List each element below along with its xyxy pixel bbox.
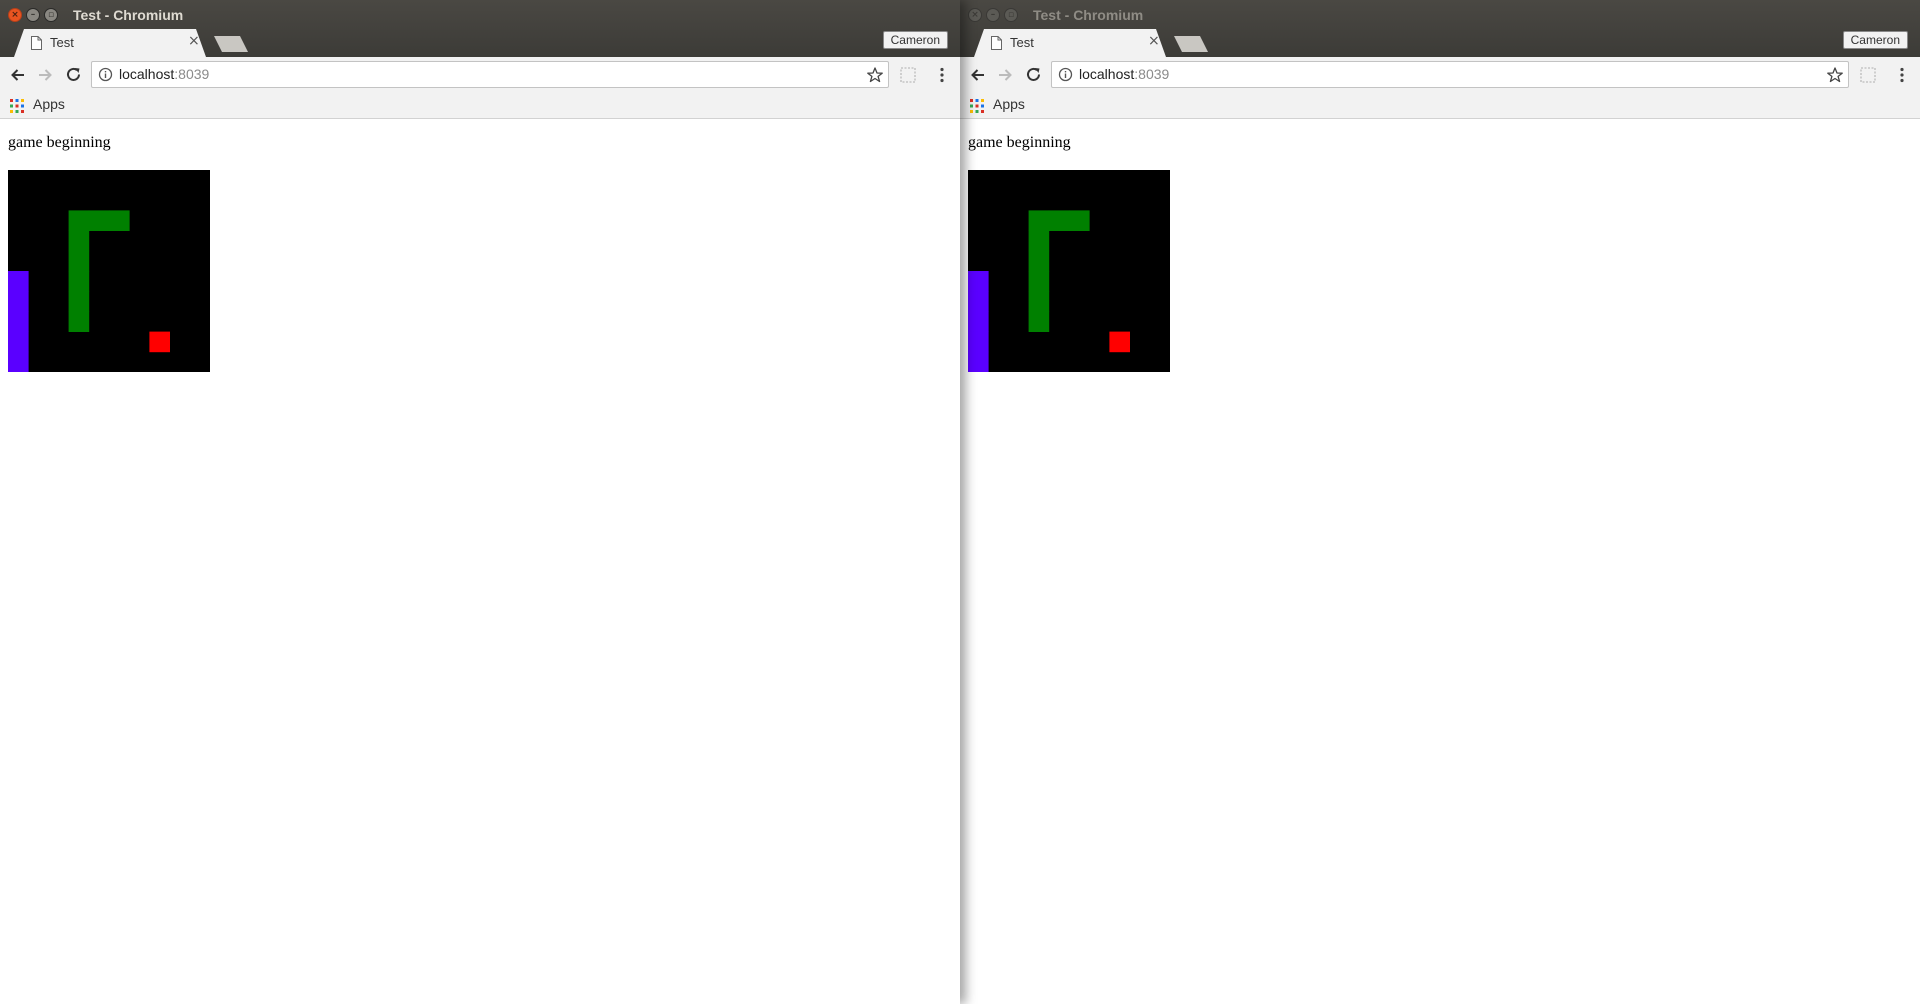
reload-icon[interactable]: [1025, 66, 1043, 84]
food-item: [149, 331, 170, 353]
board-background: [968, 170, 1170, 372]
page-icon: [991, 36, 1002, 50]
apps-grid-icon[interactable]: [10, 99, 24, 113]
forward-arrow-icon[interactable]: [996, 66, 1014, 84]
url-host: localhost: [119, 66, 175, 82]
window-minimize-icon[interactable]: –: [986, 8, 1000, 22]
forward-arrow-icon[interactable]: [36, 66, 54, 84]
snake-segment: [68, 250, 90, 272]
desktop: × – ▫ Test - Chromium Test × Cameron loc…: [0, 0, 1920, 1004]
paddle-segment: [968, 271, 989, 292]
url-port: :8039: [174, 66, 210, 82]
snake-segment: [1028, 291, 1050, 312]
page-content: game beginning: [0, 119, 960, 1004]
paddle-segment: [8, 291, 29, 312]
new-tab-button[interactable]: [1174, 36, 1208, 52]
new-tab-button[interactable]: [214, 36, 248, 52]
snake-segment: [68, 210, 90, 231]
window-controls: × – ▫: [8, 8, 58, 22]
url-port: :8039: [1134, 66, 1170, 82]
bookmark-star-icon[interactable]: [866, 66, 884, 84]
window-minimize-icon[interactable]: –: [26, 8, 40, 22]
browser-window-left[interactable]: × – ▫ Test - Chromium Test × Cameron loc…: [0, 0, 960, 1004]
snake-segment: [1028, 250, 1050, 272]
window-title: Test - Chromium: [1033, 7, 1144, 23]
apps-bookmark[interactable]: Apps: [33, 96, 65, 112]
window-maximize-icon[interactable]: ▫: [44, 8, 58, 22]
window-title: Test - Chromium: [73, 7, 184, 23]
address-bar[interactable]: localhost:8039: [91, 61, 889, 88]
profile-button[interactable]: Cameron: [882, 31, 948, 49]
page-content: game beginning: [960, 119, 1920, 1004]
paddle-segment: [8, 311, 29, 332]
tab-close-icon[interactable]: ×: [188, 34, 200, 48]
url-text[interactable]: localhost:8039: [119, 66, 209, 82]
extension-icon[interactable]: [899, 66, 917, 84]
food-item: [1109, 331, 1130, 353]
tab-test[interactable]: Test ×: [974, 29, 1166, 57]
bookmarks-bar: Apps: [0, 93, 960, 119]
tab-label: Test: [50, 35, 74, 50]
tab-test[interactable]: Test ×: [14, 29, 206, 57]
profile-button[interactable]: Cameron: [1842, 31, 1908, 49]
back-arrow-icon[interactable]: [969, 66, 987, 84]
url-host: localhost: [1079, 66, 1135, 82]
snake-segment: [1048, 210, 1070, 231]
window-close-icon[interactable]: ×: [8, 8, 22, 22]
titlebar[interactable]: × – ▫ Test - Chromium Test × Cameron: [960, 0, 1920, 57]
reload-icon[interactable]: [65, 66, 83, 84]
info-icon[interactable]: [98, 67, 113, 82]
snake-segment: [68, 291, 90, 312]
page-icon: [31, 36, 42, 50]
snake-segment: [1069, 210, 1090, 231]
snake-segment: [1028, 271, 1050, 292]
paddle-segment: [8, 271, 29, 292]
snake-segment: [88, 210, 110, 231]
paddle-segment: [8, 351, 29, 372]
game-canvas[interactable]: [968, 170, 1170, 372]
game-status-text: game beginning: [968, 134, 1071, 151]
address-bar[interactable]: localhost:8039: [1051, 61, 1849, 88]
browser-window-right[interactable]: × – ▫ Test - Chromium Test × Cameron loc…: [960, 0, 1920, 1004]
bookmark-star-icon[interactable]: [1826, 66, 1844, 84]
tab-label: Test: [1010, 35, 1034, 50]
apps-grid-icon[interactable]: [970, 99, 984, 113]
titlebar[interactable]: × – ▫ Test - Chromium Test × Cameron: [0, 0, 960, 57]
game-board: [968, 170, 1170, 372]
window-controls: × – ▫: [968, 8, 1018, 22]
extension-icon[interactable]: [1859, 66, 1877, 84]
paddle-segment: [968, 311, 989, 332]
game-board: [8, 170, 210, 372]
snake-segment: [1028, 210, 1050, 231]
snake-segment: [1028, 230, 1050, 252]
window-maximize-icon[interactable]: ▫: [1004, 8, 1018, 22]
back-arrow-icon[interactable]: [9, 66, 27, 84]
menu-dots-icon[interactable]: [934, 66, 950, 84]
snake-segment: [68, 271, 90, 292]
snake-segment: [68, 230, 90, 252]
paddle-segment: [968, 351, 989, 372]
paddle-segment: [8, 331, 29, 353]
apps-bookmark[interactable]: Apps: [993, 96, 1025, 112]
snake-segment: [68, 311, 90, 332]
url-text[interactable]: localhost:8039: [1079, 66, 1169, 82]
board-background: [8, 170, 210, 372]
snake-segment: [109, 210, 130, 231]
toolbar: localhost:8039: [0, 57, 960, 93]
info-icon[interactable]: [1058, 67, 1073, 82]
snake-segment: [1028, 311, 1050, 332]
paddle-segment: [968, 291, 989, 312]
window-close-icon[interactable]: ×: [968, 8, 982, 22]
tab-close-icon[interactable]: ×: [1148, 34, 1160, 48]
paddle-segment: [968, 331, 989, 353]
menu-dots-icon[interactable]: [1894, 66, 1910, 84]
bookmarks-bar: Apps: [960, 93, 1920, 119]
game-status-text: game beginning: [8, 134, 111, 151]
game-canvas[interactable]: [8, 170, 210, 372]
toolbar: localhost:8039: [960, 57, 1920, 93]
